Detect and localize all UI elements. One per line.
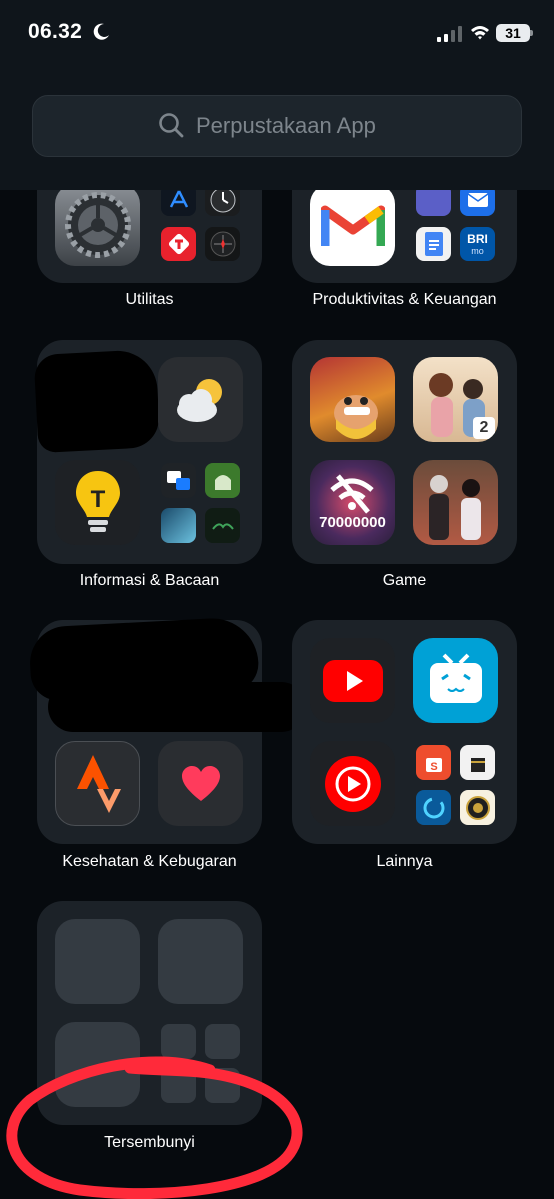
tv-face-icon — [429, 653, 482, 703]
battery-indicator: 31 — [496, 24, 530, 42]
folder-label-utilitas: Utilitas — [125, 291, 174, 308]
heart-icon — [181, 765, 220, 801]
quran-app-icon[interactable] — [205, 508, 240, 543]
redacted-app-icon — [33, 348, 161, 454]
compass-app-icon[interactable] — [205, 227, 240, 261]
search-icon — [159, 113, 184, 138]
music-play-icon — [324, 755, 381, 812]
weather-app-icon[interactable] — [158, 357, 243, 442]
strava-chevron-icon — [76, 754, 121, 813]
youtube-app-icon[interactable] — [310, 638, 395, 723]
mail-m-icon — [320, 205, 385, 246]
folder-label-lainnya: Lainnya — [376, 853, 433, 870]
clash-of-clans-app-icon[interactable] — [310, 357, 395, 442]
status-time: 06.32 — [28, 20, 83, 43]
strava-app-icon[interactable] — [55, 741, 140, 826]
game-counter: 70000000 — [319, 514, 386, 531]
counter-game-app-icon[interactable]: 70000000 — [310, 460, 395, 545]
kaaba-app-icon[interactable] — [460, 745, 495, 780]
bilibili-app-icon[interactable] — [413, 638, 498, 723]
no-wifi-icon — [330, 474, 374, 514]
brimo-label: BRI — [467, 232, 488, 246]
brimo-app-icon[interactable]: BRI mo — [460, 227, 495, 261]
folder-label-game: Game — [382, 572, 427, 589]
drama-game-app-icon[interactable] — [413, 460, 498, 545]
search-placeholder: Perpustakaan App — [196, 113, 376, 138]
google-docs-app-icon[interactable] — [416, 227, 451, 261]
game-badge: 2 — [473, 417, 495, 439]
settings-app-icon[interactable] — [55, 184, 140, 266]
telkomsel-app-icon[interactable] — [161, 227, 196, 261]
tips-letter: T — [90, 486, 105, 513]
redacted-scribble-2 — [48, 682, 306, 732]
ring-app-icon[interactable] — [416, 790, 451, 825]
gmail-app-icon[interactable] — [310, 184, 395, 266]
health-app-icon[interactable] — [158, 741, 243, 826]
wifi-icon — [471, 26, 489, 40]
reader-app-icon[interactable] — [161, 508, 196, 543]
moon-icon — [93, 23, 109, 40]
play-icon — [322, 659, 383, 702]
quran-book-app-icon[interactable] — [460, 790, 495, 825]
folder-label-produktivitas: Produktivitas & Keuangan — [312, 291, 497, 308]
red-circle-annotation — [6, 1056, 303, 1199]
youtube-music-app-icon[interactable] — [310, 741, 395, 826]
folder-label-kesehatan: Kesehatan & Kebugaran — [62, 853, 237, 870]
mosque-app-icon[interactable] — [205, 463, 240, 498]
gear-icon — [64, 192, 131, 258]
battery-nub — [530, 30, 533, 36]
barbarian-icon — [334, 395, 378, 439]
lightbulb-icon: T — [75, 470, 120, 532]
svg-text:S: S — [430, 761, 437, 773]
tips-app-icon[interactable]: T — [55, 460, 140, 545]
translate-app-icon[interactable] — [161, 463, 196, 498]
hidden-app-placeholder-1 — [55, 919, 140, 1004]
story-game-app-icon[interactable]: 2 — [413, 357, 498, 442]
shopee-app-icon[interactable]: S — [416, 745, 451, 780]
sun-cloud-icon — [176, 378, 222, 422]
cellular-signal-icon — [437, 26, 462, 42]
hidden-app-placeholder-2 — [158, 919, 243, 1004]
brimo-sub: mo — [471, 246, 484, 256]
folder-label-informasi: Informasi & Bacaan — [79, 572, 220, 589]
couple-icon — [429, 475, 481, 540]
